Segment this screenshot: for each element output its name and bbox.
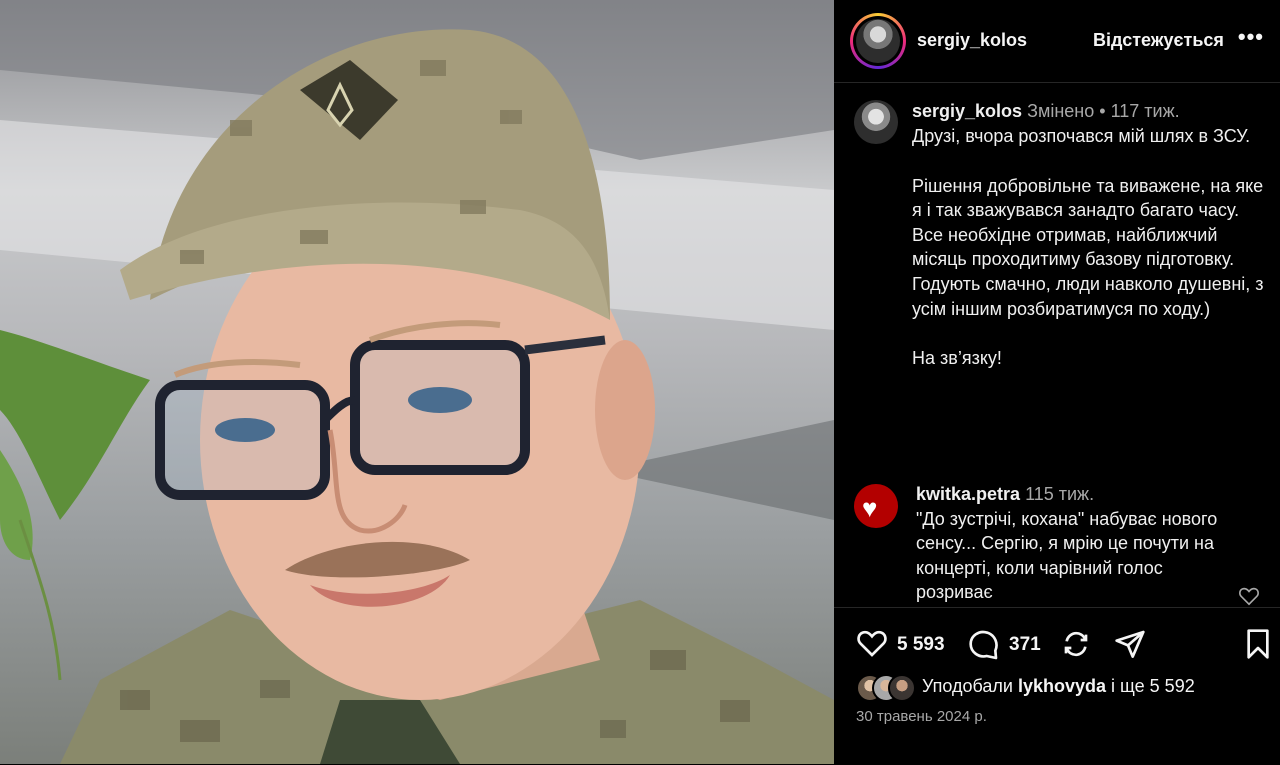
caption-avatar[interactable]	[854, 100, 898, 144]
edited-label: Змінено	[1027, 101, 1095, 121]
post-date: 30 травень 2024 р.	[856, 708, 987, 725]
post-photo[interactable]	[0, 0, 834, 764]
likes-count[interactable]: 5 593	[897, 634, 945, 656]
separator-dot: •	[1099, 101, 1106, 121]
caption-username[interactable]: sergiy_kolos	[912, 101, 1022, 121]
post-header: sergiy_kolos Відстежується •••	[834, 0, 1280, 83]
comment-item: ♥ kwitka.petra 115 тиж. "До зустрічі, ко…	[854, 482, 1264, 606]
caption-paragraph-2: Рішення добровільне та виважене, на яке …	[912, 175, 1264, 319]
post-actions: 5 593 371 Уподобали lykhovyda і ще 5 592	[834, 607, 1280, 765]
liked-by-user[interactable]: lykhovyda	[1018, 676, 1106, 696]
post-photo-illustration	[0, 0, 834, 764]
author-username[interactable]: sergiy_kolos	[917, 30, 1027, 51]
comment-text: "До зустрічі, кохана" набуває нового сен…	[916, 508, 1218, 603]
bookmark-icon[interactable]	[1244, 628, 1272, 660]
caption-paragraph-1: Друзі, вчора розпочався мій шлях в ЗСУ.	[912, 126, 1251, 146]
liked-by-suffix[interactable]: і ще 5 592	[1111, 676, 1195, 696]
commenter-avatar[interactable]: ♥	[854, 484, 898, 528]
liked-by-text[interactable]: Уподобали lykhovyda і ще 5 592	[922, 676, 1195, 697]
caption-time: 117 тиж.	[1110, 101, 1180, 121]
comment-like-icon[interactable]	[1238, 586, 1260, 606]
caption-paragraph-3: На зв’язку!	[912, 348, 1002, 369]
more-options-icon[interactable]: •••	[1238, 24, 1264, 50]
like-heart-icon[interactable]	[856, 628, 888, 658]
comment-icon[interactable]	[968, 628, 1000, 660]
share-icon[interactable]	[1114, 628, 1146, 660]
comments-count[interactable]: 371	[1009, 634, 1041, 656]
commenter-username[interactable]: kwitka.petra	[916, 484, 1020, 504]
comment-time: 115 тиж.	[1025, 484, 1095, 504]
following-button[interactable]: Відстежується	[1093, 30, 1224, 51]
heart-avatar-icon: ♥	[862, 493, 878, 523]
post-details-panel: sergiy_kolos Відстежується ••• sergiy_ko…	[834, 0, 1280, 764]
author-avatar[interactable]	[850, 13, 906, 69]
liked-by-prefix: Уподобали	[922, 676, 1013, 696]
repost-icon[interactable]	[1060, 628, 1092, 660]
